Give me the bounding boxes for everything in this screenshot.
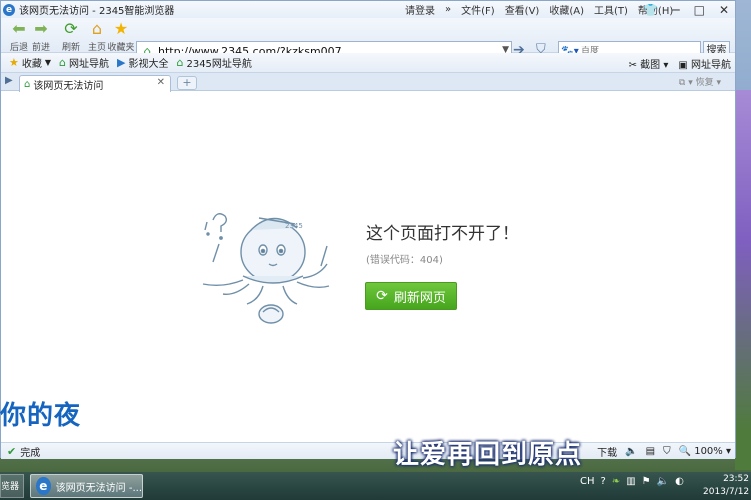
help-icon[interactable]: ? xyxy=(601,476,606,487)
fav-collect[interactable]: ★ 收藏 ▼ xyxy=(9,55,51,70)
maximize-icon[interactable]: □ xyxy=(694,3,705,17)
octopus-mascot-illustration: 2345 xyxy=(202,213,330,324)
network-icon[interactable]: ▥ xyxy=(626,476,635,487)
window-controls: 👕 ─ □ ✕ xyxy=(643,1,729,18)
close-icon[interactable]: ✕ xyxy=(719,3,729,17)
refresh-toolbar-button[interactable]: ⟳ 刷新 xyxy=(57,19,85,54)
fav-url-nav[interactable]: ⌂ 网址导航 xyxy=(59,55,109,70)
home-label: 主页 xyxy=(87,43,106,53)
star-icon: ★ xyxy=(9,56,19,69)
mascot-hat-text: 2345 xyxy=(285,222,303,230)
leaf-icon[interactable]: ❧ xyxy=(612,476,620,487)
favorites-label: 收藏夹 xyxy=(107,43,135,53)
taskbar-item-label: 该网页无法访问 -... xyxy=(55,482,142,494)
window-title: 该网页无法访问 - 2345智能浏览器 xyxy=(19,6,175,17)
refresh-page-label: 刷新网页 xyxy=(393,290,446,306)
forward-arrow-icon: ➡ xyxy=(34,19,48,38)
zoom-level: 100% xyxy=(694,446,723,457)
restore-tab-button[interactable]: ⧉ ▾ 恢复 ▾ xyxy=(679,75,721,88)
tab-close-icon[interactable]: ✕ xyxy=(157,77,165,88)
fav-2345-nav[interactable]: ⌂ 2345网址导航 xyxy=(176,55,251,70)
zoom-control[interactable]: 🔍 100% ▾ xyxy=(679,446,731,457)
fav-url-nav-label: 网址导航 xyxy=(69,59,110,70)
favbar-right: ✂ 截图 ▾ ▣ 网址导航 xyxy=(629,53,731,73)
overlay-text-left: 你的夜 xyxy=(0,401,82,431)
system-tray: CH ? ❧ ▥ ⚑ 🔈 ◐ xyxy=(580,476,684,487)
fav-video[interactable]: ▶ 影视大全 xyxy=(117,55,168,70)
download-button[interactable]: 下载 xyxy=(597,444,617,459)
clock-date: 2013/7/12 xyxy=(703,487,750,497)
browser-window: e 该网页无法访问 - 2345智能浏览器 请登录 » 文件(F) 查看(V) … xyxy=(0,0,736,459)
screenshot-label: 截图 xyxy=(640,59,661,71)
clock-time: 23:52 xyxy=(723,474,749,484)
forward-button[interactable]: ➡ 前进 xyxy=(27,19,55,54)
title-menu: 请登录 » 文件(F) 查看(V) 收藏(A) 工具(T) 帮助(H) xyxy=(405,1,673,18)
tab-error-page[interactable]: ⌂ 该网页无法访问 ✕ xyxy=(19,75,171,92)
site-favicon-icon: ⌂ xyxy=(24,78,31,90)
refresh-label: 刷新 xyxy=(61,43,80,53)
browser-logo-icon: e xyxy=(3,3,15,16)
star-icon: ★ xyxy=(113,19,129,38)
video-caption: 让爱再回到原点 xyxy=(393,440,583,470)
tab-bar: ▶ ⌂ 该网页无法访问 ✕ + ⧉ ▾ 恢复 ▾ xyxy=(1,73,735,92)
menu-tools[interactable]: 工具(T) xyxy=(594,2,628,17)
zoom-icon: 🔍 xyxy=(678,446,692,457)
url-nav-right-label: 网址导航 xyxy=(691,59,731,71)
page-icon[interactable]: ▤ xyxy=(646,446,655,457)
screenshot-button[interactable]: ✂ 截图 ▾ xyxy=(629,56,669,71)
minimize-icon[interactable]: ─ xyxy=(672,3,679,17)
browser-logo-icon: e xyxy=(36,477,51,495)
house-icon: ⌂ xyxy=(176,56,184,69)
menu-favorites[interactable]: 收藏(A) xyxy=(549,2,584,17)
taskbar: 览器 e 该网页无法访问 -... CH ? ❧ ▥ ⚑ 🔈 ◐ 23:52 2… xyxy=(0,472,751,500)
restore-label: 恢复 xyxy=(695,78,714,88)
volume-icon[interactable]: ◐ xyxy=(675,476,684,487)
menu-login[interactable]: 请登录 xyxy=(405,2,435,17)
status-right: 下载 🔈 ▤ ⛉ 🔍 100% ▾ xyxy=(597,443,731,460)
speaker-icon[interactable]: 🔈 xyxy=(657,476,669,487)
skin-icon[interactable]: 👕 xyxy=(643,3,658,17)
fav-2345-nav-label: 2345网址导航 xyxy=(186,59,252,70)
refresh-page-button[interactable]: ⟳ 刷新网页 xyxy=(365,282,457,310)
title-bar: e 该网页无法访问 - 2345智能浏览器 请登录 » 文件(F) 查看(V) … xyxy=(1,1,735,18)
error-code: (错误代码：404) xyxy=(366,255,443,266)
url-nav-right-button[interactable]: ▣ 网址导航 xyxy=(678,56,731,71)
fav-collect-label: 收藏 xyxy=(21,59,42,70)
fav-video-label: 影视大全 xyxy=(128,59,169,70)
page-icon: ▣ xyxy=(678,59,688,71)
menu-file[interactable]: 文件(F) xyxy=(461,2,495,17)
new-tab-button[interactable]: + xyxy=(177,76,197,90)
error-title: 这个页面打不开了！ xyxy=(366,224,519,244)
menu-view[interactable]: 查看(V) xyxy=(505,2,540,17)
desktop-lavender-edge xyxy=(735,90,751,470)
tab-label: 该网页无法访问 xyxy=(33,80,104,92)
shield-icon[interactable]: ⛉ xyxy=(663,446,671,457)
refresh-icon: ⟳ xyxy=(64,19,78,38)
play-icon: ▶ xyxy=(117,56,126,69)
menu-more[interactable]: » xyxy=(445,4,451,15)
taskbar-item-browser[interactable]: e 该网页无法访问 -... xyxy=(30,474,143,498)
speaker-icon[interactable]: 🔈 xyxy=(625,446,637,457)
status-done: 完成 xyxy=(20,447,41,459)
scissors-icon: ✂ xyxy=(628,59,637,71)
favorites-button[interactable]: ★ 收藏夹 xyxy=(107,19,135,54)
chevron-down-icon: ▼ xyxy=(44,58,52,67)
restore-icon: ⧉ xyxy=(678,78,686,88)
back-label: 后退 xyxy=(9,43,28,53)
refresh-icon: ⟳ xyxy=(376,288,388,304)
house-icon: ⌂ xyxy=(59,56,67,69)
taskbar-clock[interactable]: 23:52 2013/7/12 xyxy=(703,473,749,499)
language-indicator[interactable]: CH xyxy=(580,476,595,487)
status-bar: ✔ 完成 下载 🔈 ▤ ⛉ 🔍 100% ▾ xyxy=(1,442,735,459)
forward-label: 前进 xyxy=(31,43,50,53)
sidebar-toggle-icon[interactable]: ▶ xyxy=(5,75,13,86)
check-icon: ✔ xyxy=(7,444,17,458)
taskbar-item-previous[interactable]: 览器 xyxy=(0,474,24,498)
navigation-bar: ⬅ 后退 ➡ 前进 ⟳ 刷新 ⌂ 主页 ★ 收藏夹 ⌂ ▼ ➔ ⛉ 🐾▾ xyxy=(1,18,735,61)
page-content: 2345 这个页面打不开了！ (错误代码：404) ⟳ 刷新网页 xyxy=(1,92,735,443)
flag-icon[interactable]: ⚑ xyxy=(642,476,651,487)
favorites-bar: ★ 收藏 ▼ ⌂ 网址导航 ▶ 影视大全 ⌂ 2345网址导航 ✂ 截图 ▾ ▣… xyxy=(1,53,735,73)
